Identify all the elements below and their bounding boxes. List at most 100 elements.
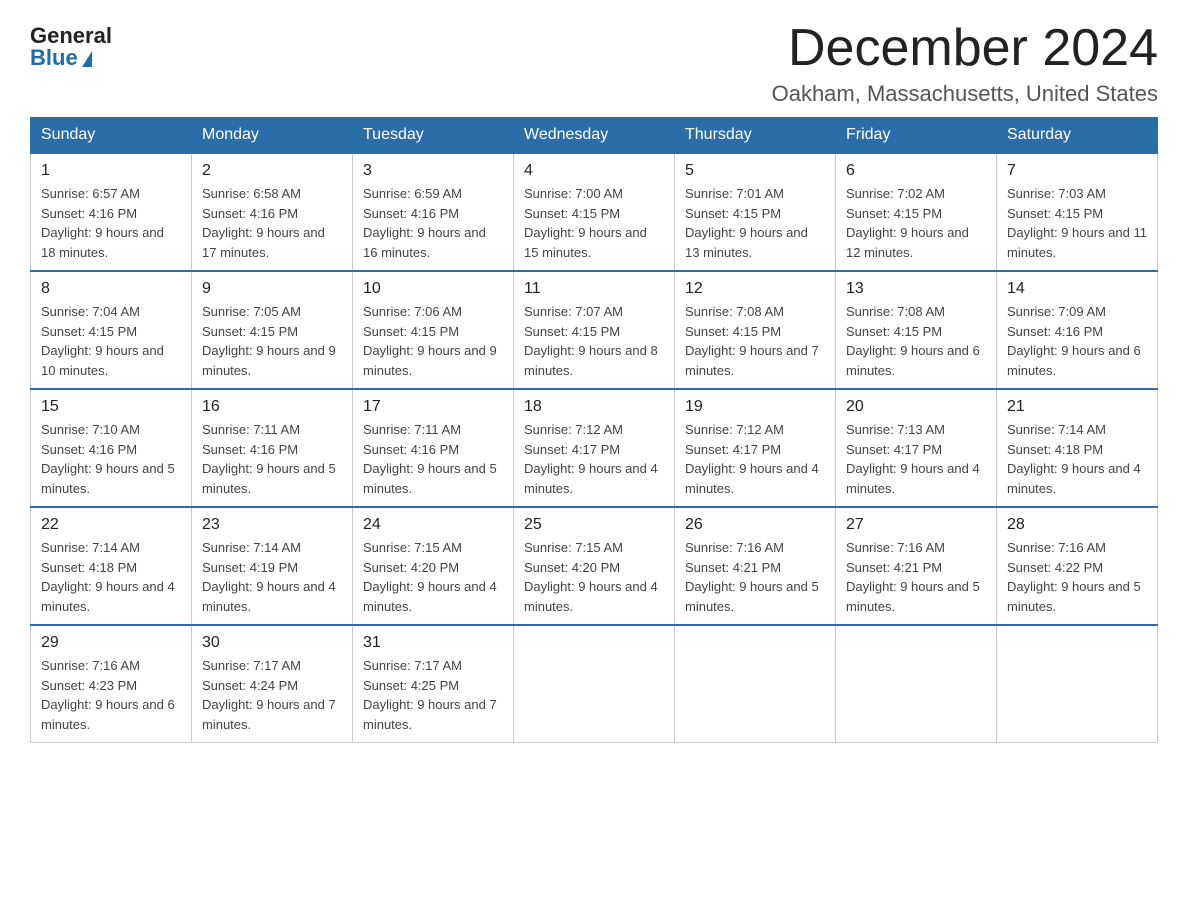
day-number: 16 [202, 398, 342, 416]
weekday-header-tuesday: Tuesday [353, 118, 514, 154]
day-info: Sunrise: 7:11 AMSunset: 4:16 PMDaylight:… [202, 420, 342, 498]
calendar-cell: 9 Sunrise: 7:05 AMSunset: 4:15 PMDaylight… [192, 271, 353, 389]
calendar-cell: 14 Sunrise: 7:09 AMSunset: 4:16 PMDayligh… [997, 271, 1158, 389]
day-number: 27 [846, 516, 986, 534]
day-number: 15 [41, 398, 181, 416]
day-number: 11 [524, 280, 664, 298]
logo: General Blue [30, 20, 112, 69]
weekday-header-friday: Friday [836, 118, 997, 154]
day-number: 10 [363, 280, 503, 298]
calendar-cell: 1 Sunrise: 6:57 AMSunset: 4:16 PMDaylight… [31, 153, 192, 271]
day-number: 8 [41, 280, 181, 298]
day-number: 1 [41, 162, 181, 180]
day-number: 25 [524, 516, 664, 534]
day-number: 22 [41, 516, 181, 534]
day-info: Sunrise: 7:15 AMSunset: 4:20 PMDaylight:… [363, 538, 503, 616]
day-info: Sunrise: 7:09 AMSunset: 4:16 PMDaylight:… [1007, 302, 1147, 380]
calendar-cell: 24 Sunrise: 7:15 AMSunset: 4:20 PMDayligh… [353, 507, 514, 625]
calendar-cell: 12 Sunrise: 7:08 AMSunset: 4:15 PMDayligh… [675, 271, 836, 389]
day-number: 19 [685, 398, 825, 416]
calendar-cell [836, 625, 997, 743]
calendar-cell: 21Sunrise: 7:14 AMSunset: 4:18 PMDayligh… [997, 389, 1158, 507]
weekday-header-saturday: Saturday [997, 118, 1158, 154]
calendar-cell: 22 Sunrise: 7:14 AMSunset: 4:18 PMDayligh… [31, 507, 192, 625]
day-number: 4 [524, 162, 664, 180]
weekday-header-row: SundayMondayTuesdayWednesdayThursdayFrid… [31, 118, 1158, 154]
calendar-cell: 6 Sunrise: 7:02 AMSunset: 4:15 PMDaylight… [836, 153, 997, 271]
calendar-header: SundayMondayTuesdayWednesdayThursdayFrid… [31, 118, 1158, 154]
day-info: Sunrise: 7:02 AMSunset: 4:15 PMDaylight:… [846, 184, 986, 262]
calendar-table: SundayMondayTuesdayWednesdayThursdayFrid… [30, 117, 1158, 743]
calendar-cell: 17Sunrise: 7:11 AMSunset: 4:16 PMDayligh… [353, 389, 514, 507]
day-info: Sunrise: 7:16 AMSunset: 4:21 PMDaylight:… [685, 538, 825, 616]
week-row-5: 29 Sunrise: 7:16 AMSunset: 4:23 PMDayligh… [31, 625, 1158, 743]
day-number: 7 [1007, 162, 1147, 180]
calendar-cell: 13Sunrise: 7:08 AMSunset: 4:15 PMDayligh… [836, 271, 997, 389]
day-number: 24 [363, 516, 503, 534]
day-number: 23 [202, 516, 342, 534]
weekday-header-monday: Monday [192, 118, 353, 154]
week-row-3: 15 Sunrise: 7:10 AMSunset: 4:16 PMDayligh… [31, 389, 1158, 507]
title-block: December 2024 Oakham, Massachusetts, Uni… [772, 20, 1158, 107]
calendar-cell: 19 Sunrise: 7:12 AMSunset: 4:17 PMDayligh… [675, 389, 836, 507]
week-row-2: 8 Sunrise: 7:04 AMSunset: 4:15 PMDaylight… [31, 271, 1158, 389]
day-number: 20 [846, 398, 986, 416]
day-number: 18 [524, 398, 664, 416]
day-info: Sunrise: 7:14 AMSunset: 4:19 PMDaylight:… [202, 538, 342, 616]
day-info: Sunrise: 7:12 AMSunset: 4:17 PMDaylight:… [685, 420, 825, 498]
day-number: 6 [846, 162, 986, 180]
day-number: 29 [41, 634, 181, 652]
day-number: 9 [202, 280, 342, 298]
page-header: General Blue December 2024 Oakham, Massa… [30, 20, 1158, 107]
day-info: Sunrise: 7:11 AMSunset: 4:16 PMDaylight:… [363, 420, 503, 498]
calendar-cell: 11 Sunrise: 7:07 AMSunset: 4:15 PMDayligh… [514, 271, 675, 389]
day-info: Sunrise: 7:14 AMSunset: 4:18 PMDaylight:… [41, 538, 181, 616]
location-subtitle: Oakham, Massachusetts, United States [772, 81, 1158, 107]
calendar-cell: 23 Sunrise: 7:14 AMSunset: 4:19 PMDayligh… [192, 507, 353, 625]
weekday-header-thursday: Thursday [675, 118, 836, 154]
calendar-cell: 3Sunrise: 6:59 AMSunset: 4:16 PMDaylight… [353, 153, 514, 271]
day-number: 12 [685, 280, 825, 298]
day-info: Sunrise: 7:16 AMSunset: 4:23 PMDaylight:… [41, 656, 181, 734]
calendar-cell: 18 Sunrise: 7:12 AMSunset: 4:17 PMDayligh… [514, 389, 675, 507]
day-info: Sunrise: 6:57 AMSunset: 4:16 PMDaylight:… [41, 184, 181, 262]
day-info: Sunrise: 7:07 AMSunset: 4:15 PMDaylight:… [524, 302, 664, 380]
day-info: Sunrise: 7:12 AMSunset: 4:17 PMDaylight:… [524, 420, 664, 498]
calendar-cell [675, 625, 836, 743]
day-number: 14 [1007, 280, 1147, 298]
week-row-1: 1 Sunrise: 6:57 AMSunset: 4:16 PMDaylight… [31, 153, 1158, 271]
day-number: 31 [363, 634, 503, 652]
calendar-cell: 2Sunrise: 6:58 AMSunset: 4:16 PMDaylight… [192, 153, 353, 271]
calendar-cell: 31Sunrise: 7:17 AMSunset: 4:25 PMDayligh… [353, 625, 514, 743]
day-info: Sunrise: 7:03 AMSunset: 4:15 PMDaylight:… [1007, 184, 1147, 262]
day-number: 2 [202, 162, 342, 180]
day-info: Sunrise: 7:08 AMSunset: 4:15 PMDaylight:… [685, 302, 825, 380]
calendar-cell: 10 Sunrise: 7:06 AMSunset: 4:15 PMDayligh… [353, 271, 514, 389]
day-info: Sunrise: 7:05 AMSunset: 4:15 PMDaylight:… [202, 302, 342, 380]
day-info: Sunrise: 7:00 AMSunset: 4:15 PMDaylight:… [524, 184, 664, 262]
day-info: Sunrise: 7:04 AMSunset: 4:15 PMDaylight:… [41, 302, 181, 380]
calendar-cell [514, 625, 675, 743]
calendar-cell: 15 Sunrise: 7:10 AMSunset: 4:16 PMDayligh… [31, 389, 192, 507]
calendar-cell: 5 Sunrise: 7:01 AMSunset: 4:15 PMDaylight… [675, 153, 836, 271]
day-number: 5 [685, 162, 825, 180]
logo-general-text: General [30, 25, 112, 47]
day-info: Sunrise: 7:10 AMSunset: 4:16 PMDaylight:… [41, 420, 181, 498]
day-info: Sunrise: 7:01 AMSunset: 4:15 PMDaylight:… [685, 184, 825, 262]
calendar-cell [997, 625, 1158, 743]
day-info: Sunrise: 7:16 AMSunset: 4:22 PMDaylight:… [1007, 538, 1147, 616]
week-row-4: 22 Sunrise: 7:14 AMSunset: 4:18 PMDayligh… [31, 507, 1158, 625]
day-number: 13 [846, 280, 986, 298]
calendar-cell: 7 Sunrise: 7:03 AMSunset: 4:15 PMDaylight… [997, 153, 1158, 271]
calendar-body: 1 Sunrise: 6:57 AMSunset: 4:16 PMDaylight… [31, 153, 1158, 743]
day-number: 3 [363, 162, 503, 180]
weekday-header-sunday: Sunday [31, 118, 192, 154]
day-info: Sunrise: 7:14 AMSunset: 4:18 PMDaylight:… [1007, 420, 1147, 498]
day-info: Sunrise: 7:15 AMSunset: 4:20 PMDaylight:… [524, 538, 664, 616]
calendar-cell: 16 Sunrise: 7:11 AMSunset: 4:16 PMDayligh… [192, 389, 353, 507]
day-info: Sunrise: 7:13 AMSunset: 4:17 PMDaylight:… [846, 420, 986, 498]
day-number: 30 [202, 634, 342, 652]
calendar-cell: 30Sunrise: 7:17 AMSunset: 4:24 PMDayligh… [192, 625, 353, 743]
calendar-cell: 26Sunrise: 7:16 AMSunset: 4:21 PMDayligh… [675, 507, 836, 625]
day-info: Sunrise: 7:06 AMSunset: 4:15 PMDaylight:… [363, 302, 503, 380]
